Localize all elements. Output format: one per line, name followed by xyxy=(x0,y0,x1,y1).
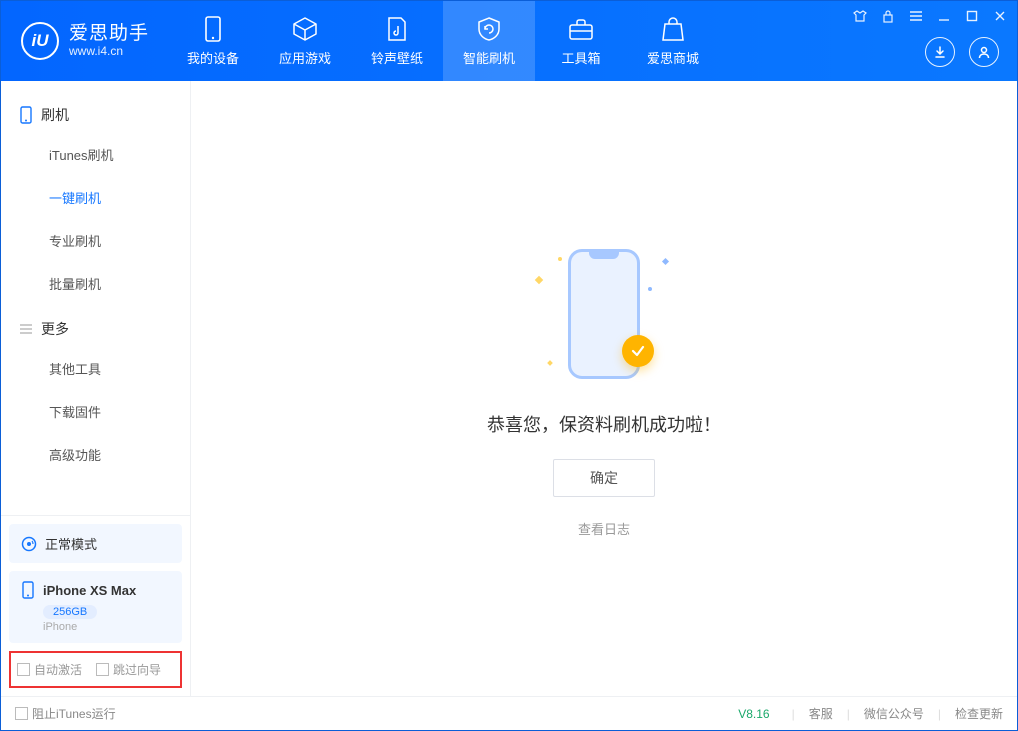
menu-icon[interactable] xyxy=(907,7,925,25)
footer-link-support[interactable]: 客服 xyxy=(809,705,833,722)
sparkle-icon xyxy=(662,258,669,265)
toolbox-icon xyxy=(568,16,594,42)
checkbox-label: 阻止iTunes运行 xyxy=(32,707,116,721)
nav-store[interactable]: 爱思商城 xyxy=(627,1,719,81)
app-window: iU 爱思助手 www.i4.cn 我的设备 应用游戏 xyxy=(0,0,1018,731)
sidebar-item-download-firmware[interactable]: 下载固件 xyxy=(1,390,190,433)
nav-flash[interactable]: 智能刷机 xyxy=(443,1,535,81)
sidebar-group-more: 更多 xyxy=(1,305,190,347)
list-icon xyxy=(19,323,33,335)
minimize-icon[interactable] xyxy=(935,7,953,25)
sidebar-item-other-tools[interactable]: 其他工具 xyxy=(1,347,190,390)
maximize-icon[interactable] xyxy=(963,7,981,25)
checkbox-icon xyxy=(15,707,28,720)
sidebar-scroll: 刷机 iTunes刷机 一键刷机 专业刷机 批量刷机 更多 其他工具 下载固件 … xyxy=(1,81,190,515)
shirt-icon[interactable] xyxy=(851,7,869,25)
logo-block: iU 爱思助手 www.i4.cn xyxy=(1,1,167,81)
sidebar-item-oneclick-flash[interactable]: 一键刷机 xyxy=(1,176,190,219)
sidebar-item-itunes-flash[interactable]: iTunes刷机 xyxy=(1,133,190,176)
download-icon[interactable] xyxy=(925,37,955,67)
checkbox-auto-activate[interactable]: 自动激活 xyxy=(17,661,82,678)
sparkle-icon xyxy=(547,360,553,366)
separator: | xyxy=(932,707,947,721)
sparkle-icon xyxy=(535,276,543,284)
close-icon[interactable] xyxy=(991,7,1009,25)
logo-icon: iU xyxy=(21,22,59,60)
separator: | xyxy=(841,707,856,721)
nav-tabs: 我的设备 应用游戏 铃声壁纸 智能刷机 xyxy=(167,1,719,81)
music-file-icon xyxy=(384,16,410,42)
checkbox-block-itunes[interactable]: 阻止iTunes运行 xyxy=(15,705,116,722)
sidebar-item-pro-flash[interactable]: 专业刷机 xyxy=(1,219,190,262)
checkbox-skip-guide[interactable]: 跳过向导 xyxy=(96,661,161,678)
mode-row[interactable]: 正常模式 xyxy=(9,524,182,563)
device-type: iPhone xyxy=(43,621,170,633)
group-title: 刷机 xyxy=(41,105,69,125)
nav-label: 应用游戏 xyxy=(279,48,331,67)
app-name-en: www.i4.cn xyxy=(69,45,149,59)
check-badge-icon xyxy=(622,335,654,367)
nav-label: 铃声壁纸 xyxy=(371,48,423,67)
bag-icon xyxy=(660,16,686,42)
phone-outline-icon xyxy=(19,106,33,124)
checkbox-label: 跳过向导 xyxy=(113,663,161,677)
mode-icon xyxy=(21,536,37,552)
success-text: 恭喜您，保资料刷机成功啦！ xyxy=(487,411,721,437)
body: 刷机 iTunes刷机 一键刷机 专业刷机 批量刷机 更多 其他工具 下载固件 … xyxy=(1,81,1017,696)
cube-icon xyxy=(292,16,318,42)
checkbox-label: 自动激活 xyxy=(34,663,82,677)
dot-icon xyxy=(558,257,562,261)
lock-icon[interactable] xyxy=(879,7,897,25)
device-icon xyxy=(21,581,35,599)
view-log-link[interactable]: 查看日志 xyxy=(578,519,630,538)
sidebar-item-advanced[interactable]: 高级功能 xyxy=(1,433,190,476)
option-box: 自动激活 跳过向导 xyxy=(9,651,182,688)
user-icon[interactable] xyxy=(969,37,999,67)
header: iU 爱思助手 www.i4.cn 我的设备 应用游戏 xyxy=(1,1,1017,81)
nav-label: 智能刷机 xyxy=(463,48,515,67)
device-row[interactable]: iPhone XS Max 256GB iPhone xyxy=(9,571,182,643)
sidebar-bottom: 正常模式 iPhone XS Max 256GB iPhone 自动激活 跳过向… xyxy=(1,515,190,696)
footer-left: 阻止iTunes运行 xyxy=(15,705,116,722)
footer-link-wechat[interactable]: 微信公众号 xyxy=(864,705,924,722)
app-name-cn: 爱思助手 xyxy=(69,23,149,45)
sidebar: 刷机 iTunes刷机 一键刷机 专业刷机 批量刷机 更多 其他工具 下载固件 … xyxy=(1,81,191,696)
phone-icon xyxy=(200,16,226,42)
sidebar-item-batch-flash[interactable]: 批量刷机 xyxy=(1,262,190,305)
success-illustration xyxy=(514,239,694,389)
nav-toolbox[interactable]: 工具箱 xyxy=(535,1,627,81)
nav-label: 爱思商城 xyxy=(647,48,699,67)
version-label: V8.16 xyxy=(738,707,769,721)
group-title: 更多 xyxy=(41,319,69,339)
nav-label: 我的设备 xyxy=(187,48,239,67)
logo-text: 爱思助手 www.i4.cn xyxy=(69,23,149,59)
nav-ringtones[interactable]: 铃声壁纸 xyxy=(351,1,443,81)
main-content: 恭喜您，保资料刷机成功啦！ 确定 查看日志 xyxy=(191,81,1017,696)
nav-apps-games[interactable]: 应用游戏 xyxy=(259,1,351,81)
footer-link-update[interactable]: 检查更新 xyxy=(955,705,1003,722)
ok-button[interactable]: 确定 xyxy=(553,459,655,497)
checkbox-icon xyxy=(17,663,30,676)
device-name-row: iPhone XS Max xyxy=(21,581,170,599)
dot-icon xyxy=(648,287,652,291)
checkbox-icon xyxy=(96,663,109,676)
nav-label: 工具箱 xyxy=(562,48,601,67)
refresh-shield-icon xyxy=(476,16,502,42)
sidebar-group-flash: 刷机 xyxy=(1,91,190,133)
header-right-icons xyxy=(925,37,999,67)
separator: | xyxy=(786,707,801,721)
capacity-badge: 256GB xyxy=(43,605,97,619)
footer: 阻止iTunes运行 V8.16 | 客服 | 微信公众号 | 检查更新 xyxy=(1,696,1017,730)
nav-my-device[interactable]: 我的设备 xyxy=(167,1,259,81)
window-controls xyxy=(851,7,1009,25)
footer-right: V8.16 | 客服 | 微信公众号 | 检查更新 xyxy=(738,705,1003,722)
mode-label: 正常模式 xyxy=(45,534,97,553)
device-name: iPhone XS Max xyxy=(43,583,136,598)
